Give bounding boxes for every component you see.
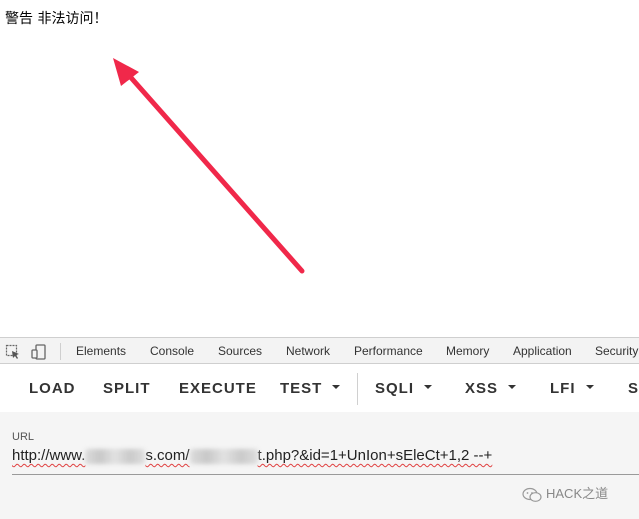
chevron-down-icon [585,385,594,390]
watermark: HACK之道 [522,483,608,503]
lfi-dropdown-label: LFI [550,380,576,397]
devtools-tab-bar: Elements Console Sources Network Perform… [0,337,639,364]
tab-memory[interactable]: Memory [446,344,489,358]
tab-console[interactable]: Console [150,344,194,358]
xss-dropdown[interactable]: XSS [465,380,517,397]
sqli-dropdown-label: SQLI [375,380,415,397]
test-dropdown[interactable]: TEST [280,380,341,397]
split-button[interactable]: SPLIT [103,380,151,397]
page-content: 警告 非法访问！ [0,0,639,337]
chevron-down-icon [508,385,517,390]
load-button[interactable]: LOAD [29,380,76,397]
xss-dropdown-label: XSS [465,380,499,397]
sqli-dropdown[interactable]: SQLI [375,380,433,397]
redacted-blur [189,448,258,464]
url-input-underline [12,474,639,475]
watermark-text: HACK之道 [546,486,609,501]
url-panel: URL http://www. s.com/t.php?&id=1+UnIon+s… [0,412,639,519]
url-label: URL [12,431,35,443]
toolbar-separator [357,373,358,405]
wechat-icon [522,487,542,502]
lfi-dropdown[interactable]: LFI [550,380,594,397]
tab-security[interactable]: Security [595,344,638,358]
device-toolbar-icon[interactable] [31,344,47,360]
url-text-part: t.php?&id=1+UnIon+sEleCt+1,2 --+ [257,447,493,464]
tab-network[interactable]: Network [286,344,330,358]
hackbar-toolbar: LOAD SPLIT EXECUTE TEST SQLI XSS LFI S [0,365,639,412]
annotation-arrow [113,58,305,274]
url-text-part: http://www. [12,447,86,464]
redacted-blur [85,448,146,464]
devtools-separator [60,343,61,360]
more-dropdown[interactable]: S [628,380,639,397]
tab-application[interactable]: Application [513,344,572,358]
chevron-down-icon [424,385,433,390]
url-input[interactable]: http://www. s.com/t.php?&id=1+UnIon+sEleC… [12,447,492,464]
test-dropdown-label: TEST [280,380,323,397]
chevron-down-icon [332,385,341,390]
tab-sources[interactable]: Sources [218,344,262,358]
url-text-part: s.com/ [145,447,190,464]
execute-button[interactable]: EXECUTE [179,380,257,397]
tab-elements[interactable]: Elements [76,344,126,358]
inspect-element-icon[interactable] [5,344,21,360]
tab-performance[interactable]: Performance [354,344,423,358]
